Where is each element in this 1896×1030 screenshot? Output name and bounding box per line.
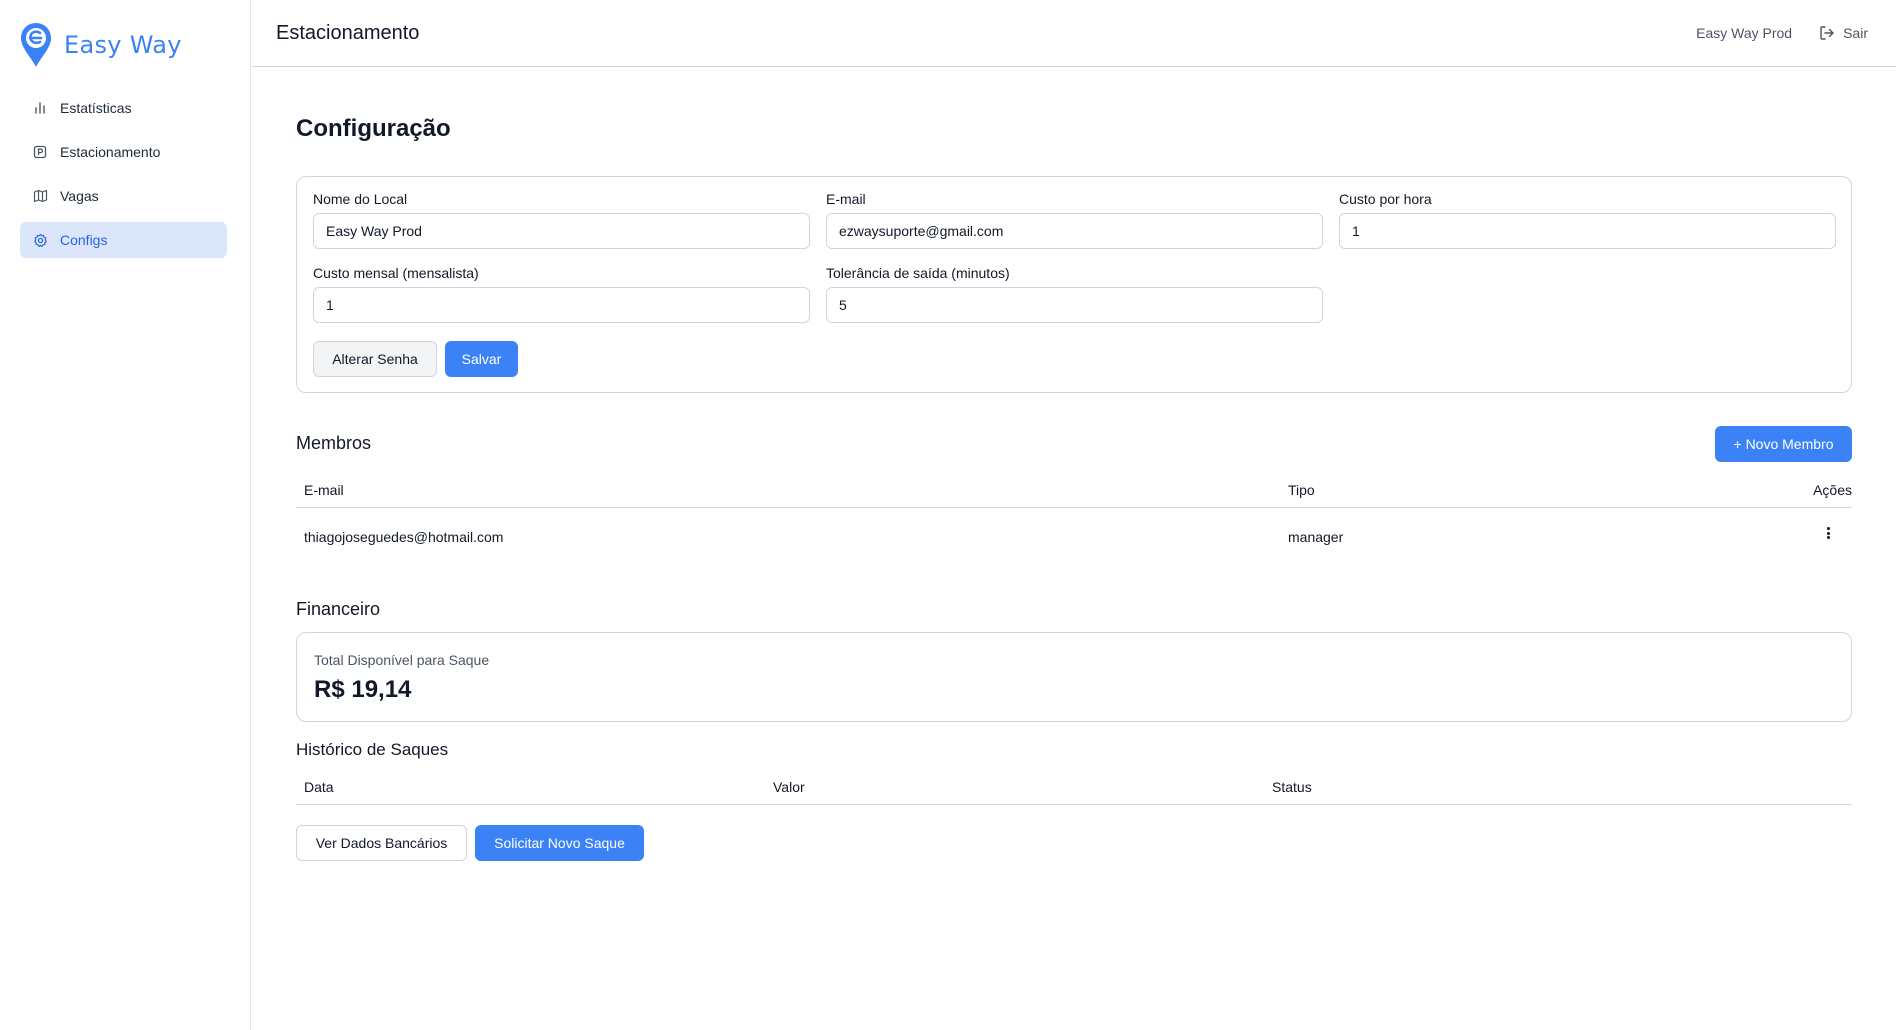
- column-header-acoes: Ações: [1813, 482, 1852, 498]
- saldo-value: R$ 19,14: [314, 676, 412, 703]
- sidebar-item-label: Configs: [60, 232, 108, 248]
- header-user-name: Easy Way Prod: [1696, 25, 1793, 41]
- field-custo-hora: Custo por hora: [1339, 191, 1836, 249]
- field-email: E-mail: [826, 191, 1323, 249]
- solicitar-saque-button[interactable]: Solicitar Novo Saque: [475, 825, 644, 861]
- alterar-senha-button[interactable]: Alterar Senha: [313, 341, 437, 377]
- sidebar-item-configs[interactable]: Configs: [20, 222, 227, 258]
- field-label: Custo mensal (mensalista): [313, 265, 479, 281]
- field-label: Tolerância de saída (minutos): [826, 265, 1010, 281]
- novo-membro-button[interactable]: + Novo Membro: [1715, 426, 1852, 462]
- email-input[interactable]: [826, 213, 1323, 249]
- top-header: Estacionamento Easy Way Prod Sair: [252, 0, 1896, 67]
- field-tolerancia: Tolerância de saída (minutos): [826, 265, 1323, 323]
- historico-table-header: Data Valor Status: [296, 769, 1852, 805]
- field-custo-mensal: Custo mensal (mensalista): [313, 265, 810, 323]
- financeiro-title: Financeiro: [296, 599, 381, 619]
- app-name: Easy Way: [64, 31, 182, 59]
- sidebar-item-estacionamento[interactable]: Estacionamento: [20, 134, 227, 170]
- sidebar-item-vagas[interactable]: Vagas: [20, 178, 227, 214]
- sidebar: Easy Way Estatísticas Estacionamento Vag…: [0, 0, 251, 1030]
- logo-pin-icon: [21, 23, 51, 67]
- column-header-status: Status: [1272, 779, 1312, 795]
- field-nome-local: Nome do Local: [313, 191, 810, 249]
- ver-dados-bancarios-button[interactable]: Ver Dados Bancários: [296, 825, 467, 861]
- column-header-email: E-mail: [304, 482, 344, 498]
- historico-title: Histórico de Saques: [296, 740, 449, 759]
- saldo-label: Total Disponível para Saque: [314, 652, 490, 668]
- sidebar-nav: Estatísticas Estacionamento Vagas Config…: [20, 90, 227, 266]
- column-header-tipo: Tipo: [1288, 482, 1315, 498]
- more-actions-icon[interactable]: [1826, 525, 1830, 541]
- page-title: Configuração: [296, 115, 451, 142]
- logout-icon: [1820, 26, 1834, 40]
- config-card: Nome do Local E-mail Custo por hora Cust…: [296, 176, 1852, 393]
- membros-title: Membros: [296, 433, 372, 453]
- column-header-valor: Valor: [773, 779, 805, 795]
- gear-icon: [32, 232, 48, 248]
- custo-hora-input[interactable]: [1339, 213, 1836, 249]
- column-header-data: Data: [304, 779, 334, 795]
- sidebar-item-estatisticas[interactable]: Estatísticas: [20, 90, 227, 126]
- sidebar-item-label: Vagas: [60, 188, 99, 204]
- salvar-button[interactable]: Salvar: [445, 341, 518, 377]
- field-label: Nome do Local: [313, 191, 408, 207]
- field-label: E-mail: [826, 191, 866, 207]
- tolerancia-input[interactable]: [826, 287, 1323, 323]
- parking-icon: [32, 144, 48, 160]
- map-icon: [32, 188, 48, 204]
- field-label: Custo por hora: [1339, 191, 1432, 207]
- sidebar-item-label: Estatísticas: [60, 100, 132, 116]
- membros-table-header: E-mail Tipo Ações: [296, 472, 1852, 508]
- saldo-card: Total Disponível para Saque R$ 19,14: [296, 632, 1852, 722]
- logout-label: Sair: [1843, 25, 1868, 41]
- logo[interactable]: Easy Way: [19, 21, 182, 69]
- custo-mensal-input[interactable]: [313, 287, 810, 323]
- sidebar-item-label: Estacionamento: [60, 144, 161, 160]
- header-right: Easy Way Prod Sair: [1696, 25, 1868, 41]
- bar-chart-icon: [32, 100, 48, 116]
- table-row: thiagojoseguedes@hotmail.com manager: [296, 509, 1852, 559]
- member-tipo: manager: [1288, 529, 1344, 545]
- logout-button[interactable]: Sair: [1819, 25, 1868, 41]
- nome-local-input[interactable]: [313, 213, 810, 249]
- member-email: thiagojoseguedes@hotmail.com: [304, 529, 504, 545]
- header-title: Estacionamento: [276, 21, 420, 44]
